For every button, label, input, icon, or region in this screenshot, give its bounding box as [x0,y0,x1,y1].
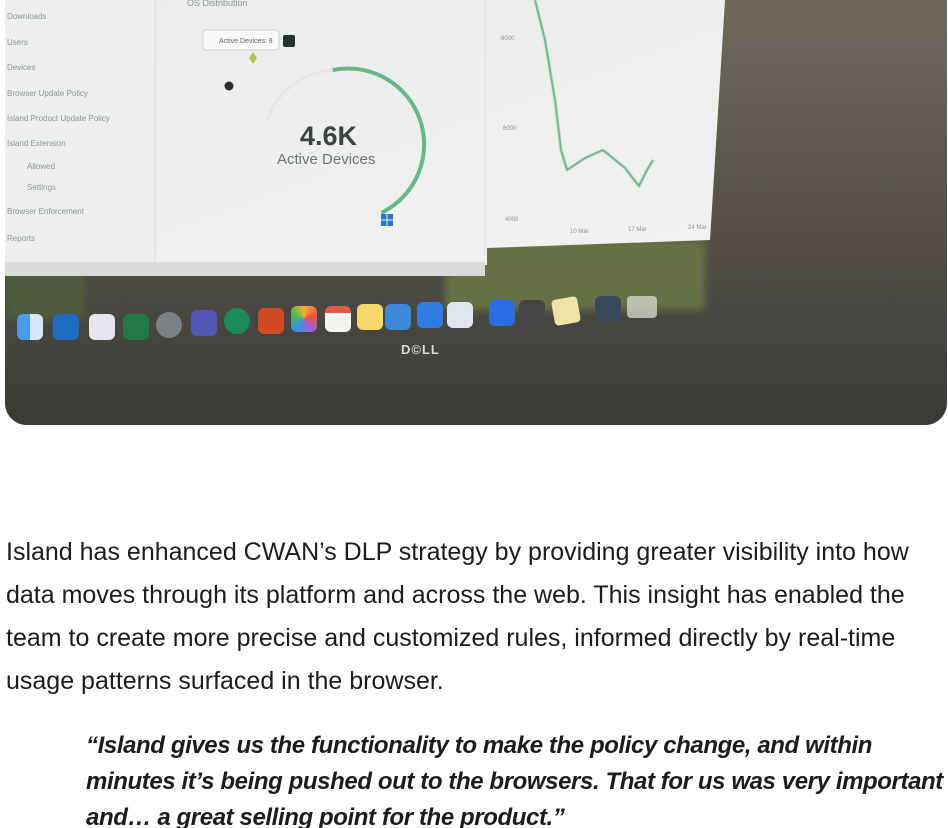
gauge-value: 4.6K [300,121,358,151]
customer-quote: “Island gives us the functionality to ma… [86,732,943,828]
outlook-icon [53,314,79,340]
screenshot-icon [595,296,621,322]
chart-y-tick: 8000 [501,36,515,42]
calendar-icon [325,306,351,332]
chart-x-tick: 17 Mar [628,227,647,233]
sidebar-label: Island Product Update Policy [7,114,110,123]
chart-x-tick: 10 Mar [570,229,589,235]
chart-x-tick: 24 Mar [688,225,707,231]
hero-scene [5,0,947,425]
sidebar-label: Settings [27,183,56,192]
teams-icon [191,310,217,336]
finder-icon [17,314,43,340]
zoom-icon [489,300,515,326]
remote-desktop-icon [385,304,411,330]
sidebar-label: Island Extension [7,139,66,148]
gauge-label: Active Devices [277,151,376,168]
sidebar-label: Browser Enforcement [7,207,84,216]
article-paragraph: Island has enhanced CWAN’s DLP strategy … [6,538,909,695]
chart-y-tick: 6000 [503,126,517,132]
sidebar-label: Users [7,38,28,47]
sidebar-label: Allowed [27,162,56,171]
stickies-icon [550,295,582,327]
page: Downloads Users Devices Browser Update P… [0,0,948,828]
folder-icon [627,296,657,318]
settings-icon [156,312,182,338]
hero-photo: Downloads Users Devices Browser Update P… [5,0,947,425]
notes-icon [357,304,383,330]
card-title: OS Distribution [187,0,248,8]
launchpad-icon [89,314,115,340]
app-store-icon [417,302,443,328]
device-tooltip: Active Devices: 8 [219,38,273,45]
photos-icon [291,306,317,332]
powerpoint-icon [258,308,284,334]
sidebar-label: Devices [7,63,36,72]
monitor-logo: D©LL [401,342,440,357]
sidebar-label: Reports [7,234,36,243]
sidebar-label: Browser Update Policy [7,89,88,98]
dock [13,295,673,344]
excel-icon [123,314,149,340]
sheets-icon [224,308,250,334]
calculator-icon [519,300,545,326]
sidebar-label: Downloads [7,12,47,21]
chart-y-tick: 4000 [505,217,519,223]
preview-icon [447,302,473,328]
